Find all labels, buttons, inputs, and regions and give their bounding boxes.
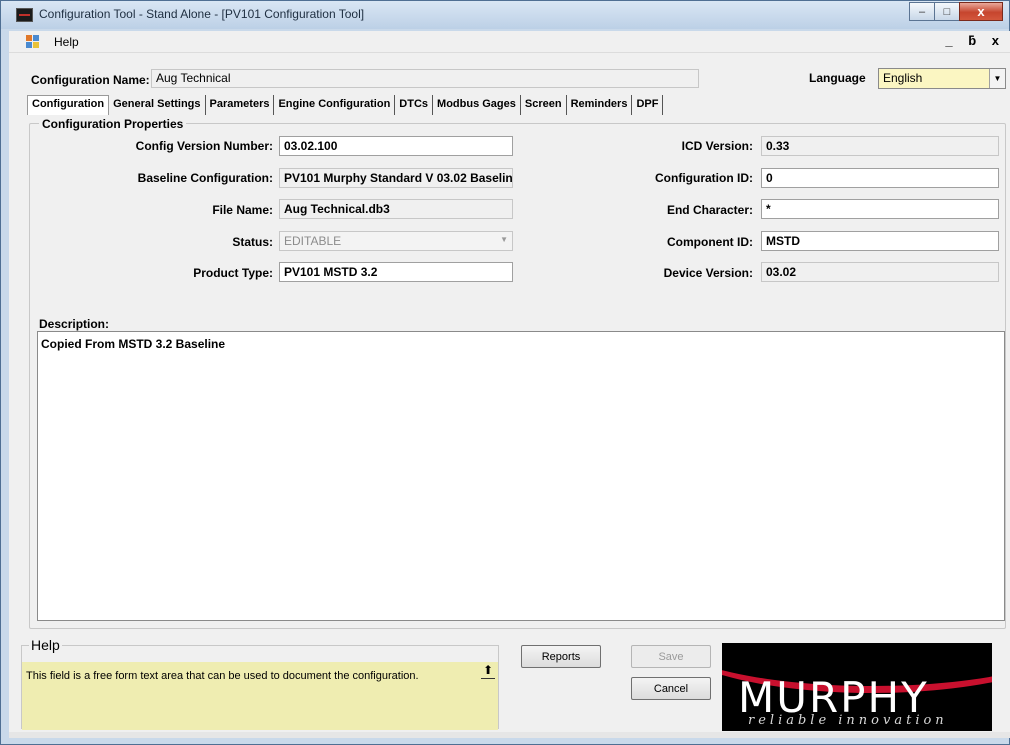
tab-modbus-gages[interactable]: Modbus Gages xyxy=(433,95,521,115)
window-controls: – □ x xyxy=(909,2,1003,22)
save-button[interactable]: Save xyxy=(631,645,711,668)
chevron-down-icon[interactable]: ▼ xyxy=(989,69,1005,88)
configuration-id-label: Configuration ID: xyxy=(655,171,753,185)
icon-quad xyxy=(33,42,39,48)
menu-help[interactable]: Help xyxy=(54,35,79,49)
config-version-label: Config Version Number: xyxy=(135,139,273,153)
product-type-label: Product Type: xyxy=(193,266,273,280)
status-bar xyxy=(9,732,1010,738)
component-id-field[interactable]: MSTD xyxy=(761,231,999,251)
config-name-label: Configuration Name: xyxy=(31,73,150,87)
client-area: Help _ ƃ x Configuration Name: Aug Techn… xyxy=(9,31,1010,738)
baseline-field[interactable]: PV101 Murphy Standard V 03.02 Baselin xyxy=(279,168,513,188)
baseline-label: Baseline Configuration: xyxy=(137,171,273,185)
mdi-minimize-button[interactable]: _ xyxy=(945,33,958,48)
tab-dtcs[interactable]: DTCs xyxy=(395,95,434,115)
arrow-up-icon[interactable]: ⬆ xyxy=(481,663,495,679)
icon-quad xyxy=(26,42,32,48)
title-bar[interactable]: Configuration Tool - Stand Alone - [PV10… xyxy=(1,1,1009,29)
status-value: EDITABLE xyxy=(284,234,342,248)
icd-version-label: ICD Version: xyxy=(681,139,753,153)
murphy-logo: MURPHY reliable innovation xyxy=(722,643,992,731)
tab-engine-configuration[interactable]: Engine Configuration xyxy=(274,95,396,115)
tab-dpf[interactable]: DPF xyxy=(632,95,664,115)
close-button[interactable]: x xyxy=(959,2,1003,21)
group-title: Configuration Properties xyxy=(39,117,187,131)
mdi-child-icon[interactable] xyxy=(26,35,40,48)
reports-button[interactable]: Reports xyxy=(521,645,601,668)
language-select[interactable]: English ▼ xyxy=(878,68,1006,89)
help-title: Help xyxy=(29,637,62,653)
application-window: Configuration Tool - Stand Alone - [PV10… xyxy=(0,0,1010,745)
chevron-down-icon[interactable]: ▼ xyxy=(500,235,508,244)
device-version-label: Device Version: xyxy=(663,266,753,280)
product-type-field[interactable]: PV101 MSTD 3.2 xyxy=(279,262,513,282)
maximize-button[interactable]: □ xyxy=(934,2,960,21)
config-version-field[interactable]: 03.02.100 xyxy=(279,136,513,156)
icon-quad xyxy=(33,35,39,41)
component-id-label: Component ID: xyxy=(667,235,753,249)
device-version-field[interactable]: 03.02 xyxy=(761,262,999,282)
tab-configuration[interactable]: Configuration xyxy=(27,95,110,115)
end-character-field[interactable]: * xyxy=(761,199,999,219)
icd-version-field[interactable]: 0.33 xyxy=(761,136,999,156)
minimize-button[interactable]: – xyxy=(909,2,935,21)
icon-quad xyxy=(26,35,32,41)
end-character-label: End Character: xyxy=(666,203,753,217)
tab-reminders[interactable]: Reminders xyxy=(567,95,633,115)
language-value: English xyxy=(883,71,923,85)
config-name-field[interactable]: Aug Technical xyxy=(151,69,699,88)
description-textarea[interactable]: Copied From MSTD 3.2 Baseline xyxy=(37,331,1005,621)
mdi-restore-button[interactable]: ƃ xyxy=(968,33,982,48)
tab-parameters[interactable]: Parameters xyxy=(206,95,275,115)
status-select[interactable]: EDITABLE ▼ xyxy=(279,231,513,251)
file-name-label: File Name: xyxy=(212,203,273,217)
status-label: Status: xyxy=(232,235,273,249)
file-name-field[interactable]: Aug Technical.db3 xyxy=(279,199,513,219)
tab-screen[interactable]: Screen xyxy=(521,95,567,115)
configuration-id-field[interactable]: 0 xyxy=(761,168,999,188)
tab-strip: Configuration General Settings Parameter… xyxy=(27,95,664,115)
language-label: Language xyxy=(809,71,866,85)
logo-tagline: reliable innovation xyxy=(748,713,948,728)
description-label: Description: xyxy=(39,317,110,331)
help-text: This field is a free form text area that… xyxy=(22,662,498,730)
mdi-close-button[interactable]: x xyxy=(992,33,1005,48)
menu-bar: Help _ ƃ x xyxy=(9,31,1010,53)
mdi-window-controls: _ ƃ x xyxy=(945,33,1005,48)
cancel-button[interactable]: Cancel xyxy=(631,677,711,700)
app-icon xyxy=(16,8,33,22)
window-title: Configuration Tool - Stand Alone - [PV10… xyxy=(39,7,365,21)
tab-general-settings[interactable]: General Settings xyxy=(109,95,206,115)
